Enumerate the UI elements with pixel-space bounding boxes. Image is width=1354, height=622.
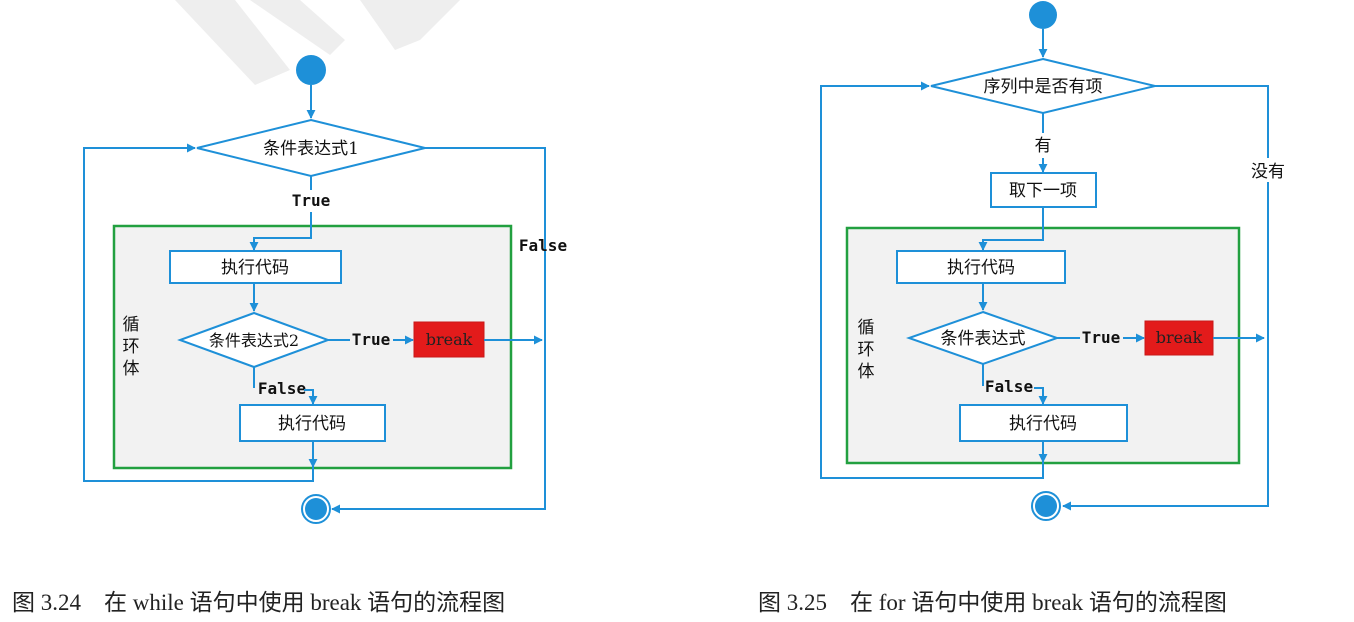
loop-body-char-2-1: 循: [858, 318, 875, 338]
flowchart-canvas: 条件表达式1 True 执行代码 条件表达式2 True break False…: [12, 0, 1292, 615]
condition2-text: 条件表达式2: [209, 331, 299, 350]
exec-code-bottom-text: 执行代码: [278, 414, 346, 434]
break-text-2: break: [1156, 328, 1203, 347]
while-flowchart: 条件表达式1 True 执行代码 条件表达式2 True break False…: [12, 55, 567, 615]
has-label: 有: [1035, 136, 1052, 156]
loop-body-char-3: 体: [123, 359, 140, 379]
condition1-text: 条件表达式1: [263, 139, 359, 159]
start-node-2: [1029, 1, 1057, 29]
break-text: break: [426, 330, 473, 349]
start-node: [296, 55, 326, 85]
figure-caption-1: 图 3.24 在 while 语句中使用 break 语句的流程图: [12, 590, 505, 615]
end-node-2: [1035, 495, 1057, 517]
inner-true-label: True: [352, 330, 391, 349]
inner-false-label: False: [258, 379, 306, 398]
condition-text-2: 条件表达式: [941, 329, 1026, 349]
loop-body-char-2: 环: [123, 337, 140, 357]
loop-body-char-1: 循: [123, 315, 140, 335]
loop-body-char-2-3: 体: [858, 362, 875, 382]
inner-true-label-2: True: [1082, 328, 1121, 347]
loop-body-char-2-2: 环: [858, 340, 875, 360]
exec-code-bottom-2-text: 执行代码: [1009, 414, 1077, 434]
end-node: [305, 498, 327, 520]
no-items-label: 没有: [1251, 162, 1285, 182]
false-label: False: [519, 236, 567, 255]
exec-code-top-text: 执行代码: [221, 258, 289, 278]
inner-false-label-2: False: [985, 377, 1033, 396]
figure-caption-2: 图 3.25 在 for 语句中使用 break 语句的流程图: [758, 590, 1227, 615]
sequence-condition-text: 序列中是否有项: [984, 77, 1103, 97]
take-next-item-text: 取下一项: [1009, 181, 1077, 201]
true-label: True: [292, 191, 331, 210]
exec-code-top-2-text: 执行代码: [947, 258, 1015, 278]
for-flowchart: 序列中是否有项 有 取下一项 执行代码 条件表达式 True break Fal…: [758, 1, 1292, 615]
